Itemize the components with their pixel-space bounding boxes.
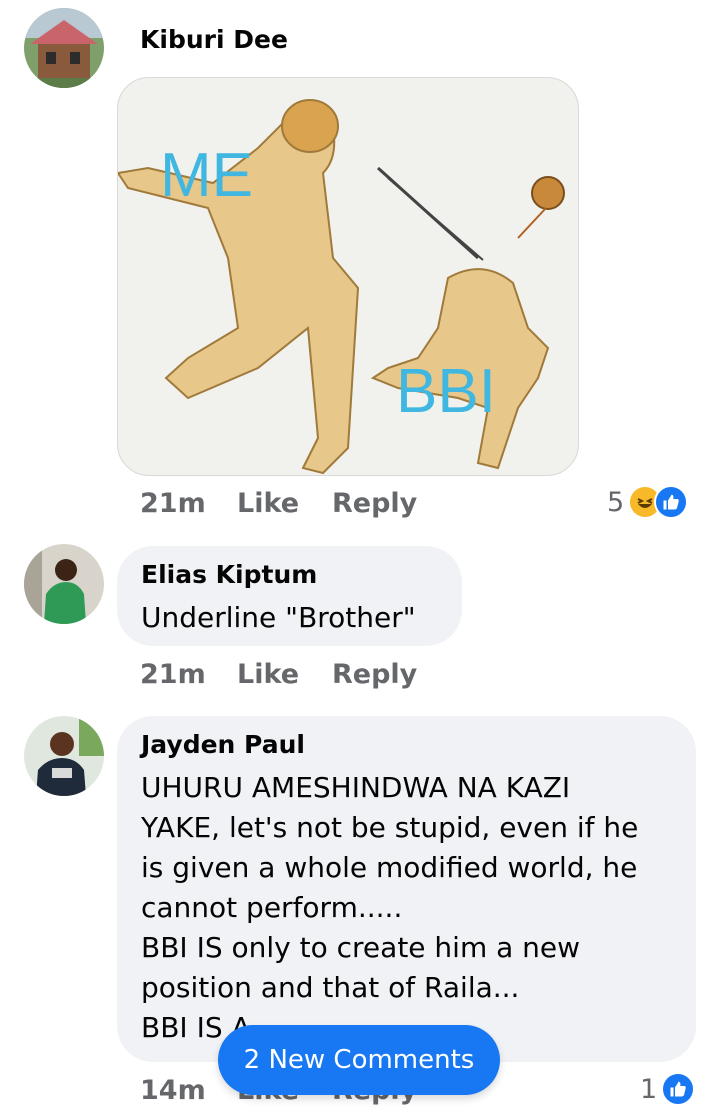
reaction-summary[interactable]: 1: [640, 1072, 696, 1106]
comment-author-name[interactable]: Jayden Paul: [141, 730, 305, 759]
comment-author-name[interactable]: Elias Kiptum: [141, 560, 317, 589]
comment-author-name[interactable]: Kiburi Dee: [140, 25, 288, 54]
avatar-kiburi-dee[interactable]: [24, 8, 104, 88]
like-reaction-icon: [661, 1072, 696, 1106]
meme-caption-me: ME: [160, 141, 253, 210]
avatar-jayden-paul[interactable]: [24, 716, 104, 796]
reaction-count: 1: [640, 1073, 658, 1105]
comment-text: Underline "Brother": [141, 601, 416, 634]
like-link[interactable]: Like: [237, 659, 299, 690]
comment-time: 14m: [140, 1075, 206, 1106]
new-comments-button[interactable]: 2 New Comments: [218, 1025, 500, 1095]
meme-caption-bbi: BBI: [396, 357, 496, 426]
avatar-elias-kiptum[interactable]: [24, 544, 104, 624]
like-reaction-icon: [654, 485, 689, 519]
meme-illustration: [118, 99, 565, 475]
comment-actions: 21m Like Reply: [0, 659, 720, 693]
comment-bubble: Elias Kiptum Underline "Brother": [117, 546, 462, 646]
comment-text: UHURU AMESHINDWA NA KAZI YAKE, let's not…: [141, 771, 639, 1044]
like-link[interactable]: Like: [237, 488, 299, 519]
reply-link[interactable]: Reply: [332, 488, 417, 519]
comment-time: 21m: [140, 659, 206, 690]
reaction-count: 5: [607, 486, 625, 518]
reply-link[interactable]: Reply: [332, 659, 417, 690]
reaction-summary[interactable]: 5: [607, 485, 689, 519]
comment-time: 21m: [140, 488, 206, 519]
comment-image-meme[interactable]: ME BBI: [117, 77, 579, 476]
comment-bubble: Jayden Paul UHURU AMESHINDWA NA KAZI YAK…: [117, 716, 696, 1062]
